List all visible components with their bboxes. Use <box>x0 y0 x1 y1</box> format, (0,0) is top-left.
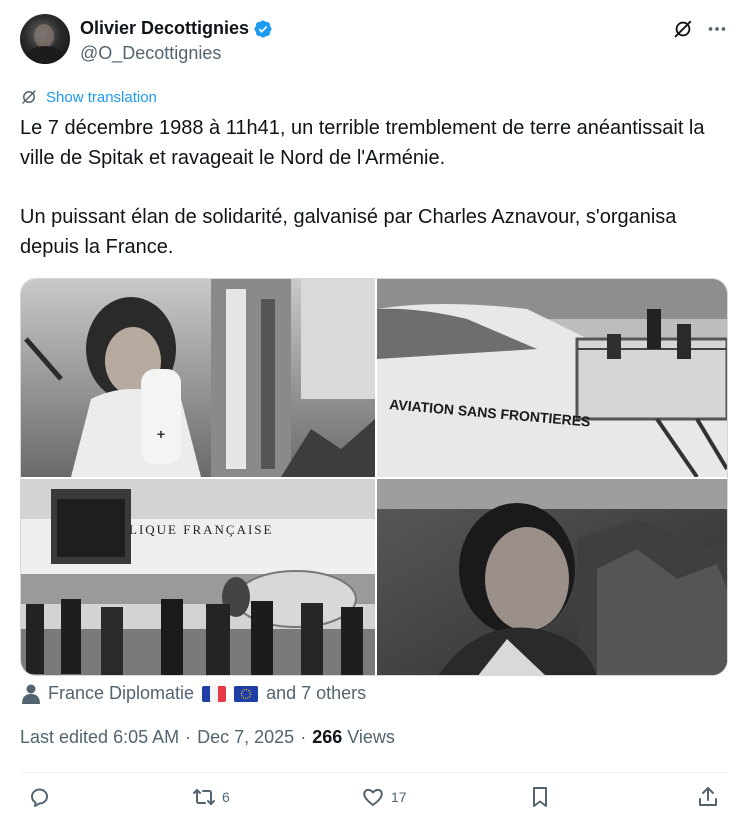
like-button[interactable]: 17 <box>361 785 407 809</box>
share-icon <box>699 787 717 806</box>
name-row: Olivier Decottignies <box>80 18 273 39</box>
last-edited-link[interactable]: Last edited 6:05 AM <box>20 727 179 748</box>
views-label: Views <box>347 727 395 747</box>
france-flag-icon <box>202 685 227 702</box>
bookmark-button[interactable] <box>528 785 552 809</box>
person-icon <box>22 684 40 704</box>
retweet-icon <box>193 789 215 805</box>
verified-badge-icon <box>253 19 273 39</box>
photo-aznavour-portrait[interactable] <box>377 479 727 675</box>
photo-aircraft-unloading[interactable]: LIQUE FRANÇAISE <box>21 479 375 675</box>
avatar[interactable] <box>20 14 70 64</box>
avatar-body <box>26 46 64 64</box>
tweet-header: Olivier Decottignies @O_Decottignies <box>20 14 728 66</box>
photo-girl-in-rubble[interactable]: + <box>21 279 375 477</box>
post-date[interactable]: Dec 7, 2025 <box>197 727 294 748</box>
avatar-face <box>34 24 54 48</box>
aircraft-livery-text: LIQUE FRANÇAISE <box>129 522 273 537</box>
divider <box>20 772 728 773</box>
heart-icon <box>363 788 383 806</box>
display-name[interactable]: Olivier Decottignies <box>80 18 249 39</box>
tweet-paragraph: Le 7 décembre 1988 à 11h41, un terrible … <box>20 117 705 169</box>
tagged-others: and 7 others <box>266 683 367 703</box>
meta-separator: · <box>185 727 192 747</box>
tweet-meta: Last edited 6:05 AM · Dec 7, 2025 · 266 … <box>20 727 395 748</box>
media-grid: + AVIATION SANS FRONTIERES LIQUE FRANÇAI… <box>20 278 728 676</box>
show-translation-link[interactable]: Show translation <box>20 88 157 106</box>
grok-icon[interactable] <box>672 18 694 40</box>
like-count: 17 <box>391 789 407 805</box>
bookmark-icon <box>533 787 547 807</box>
share-button[interactable] <box>696 785 720 809</box>
reply-button[interactable] <box>27 785 57 809</box>
views-count: 266 <box>312 727 343 747</box>
tagged-users[interactable]: France Diplomatie and 7 others <box>22 683 366 704</box>
tweet-text: Le 7 décembre 1988 à 11h41, un terrible … <box>20 113 728 262</box>
translate-icon <box>20 88 38 106</box>
retweet-count: 6 <box>222 789 230 805</box>
svg-text:+: + <box>157 426 165 442</box>
reply-icon <box>30 788 48 807</box>
tweet-paragraph: Un puissant élan de solidarité, galvanis… <box>20 206 677 258</box>
tagged-primary: France Diplomatie <box>48 683 195 703</box>
retweet-button[interactable]: 6 <box>192 785 230 809</box>
eu-flag-icon <box>234 685 259 702</box>
translation-label: Show translation <box>46 88 157 106</box>
handle[interactable]: @O_Decottignies <box>80 43 221 64</box>
photo-aircraft-boarding[interactable]: AVIATION SANS FRONTIERES <box>377 279 727 477</box>
action-bar: 6 17 <box>20 785 728 819</box>
meta-separator: · <box>300 727 307 747</box>
more-options-icon[interactable] <box>706 18 728 40</box>
